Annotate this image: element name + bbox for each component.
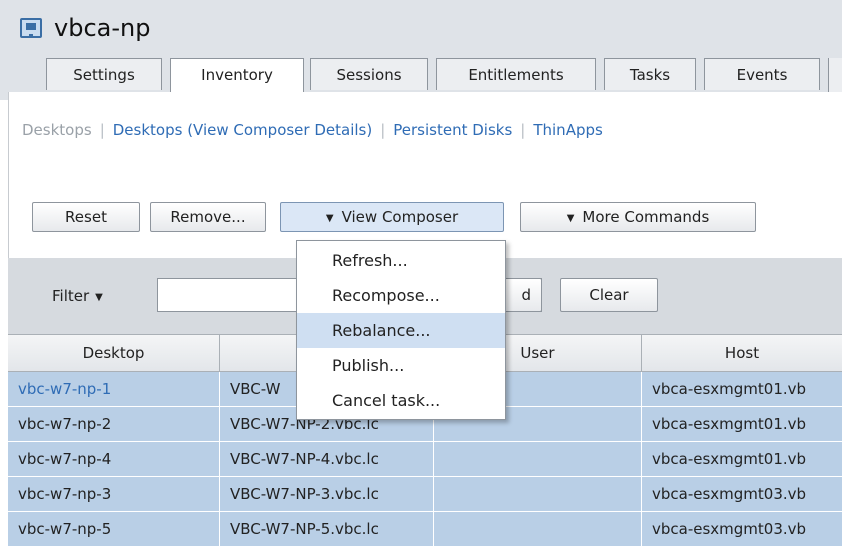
filter-dropdown[interactable]: Filter ▼ [52,287,103,305]
tab-overflow-edge [828,58,842,92]
desktop-cell[interactable]: vbc-w7-np-5 [8,512,220,546]
user-cell [434,512,642,546]
clear-button[interactable]: Clear [560,278,658,312]
menu-item-refresh[interactable]: Refresh... [297,243,505,278]
tab-settings[interactable]: Settings [46,58,162,90]
desktop-cell[interactable]: vbc-w7-np-2 [8,407,220,441]
table-row[interactable]: vbc-w7-np-5 VBC-W7-NP-5.vbc.lc vbca-esxm… [8,512,842,547]
host-cell: vbca-esxmgmt03.vb [652,520,807,538]
menu-item-cancel-task[interactable]: Cancel task... [297,383,505,418]
tab-entitlements[interactable]: Entitlements [436,58,596,90]
tab-tasks[interactable]: Tasks [604,58,696,90]
dns-cell: VBC-W7-NP-4.vbc.lc [220,442,434,476]
menu-item-publish[interactable]: Publish... [297,348,505,383]
reset-button[interactable]: Reset [32,202,140,232]
dns-cell: VBC-W7-NP-5.vbc.lc [220,512,434,546]
subnav-view-composer-details[interactable]: Desktops (View Composer Details) [113,121,372,139]
more-commands-label: More Commands [582,208,710,226]
subnav-persistent-disks[interactable]: Persistent Disks [393,121,512,139]
view-composer-button[interactable]: ▼ View Composer [280,202,504,232]
view-composer-label: View Composer [341,208,459,226]
table-row[interactable]: vbc-w7-np-4 VBC-W7-NP-4.vbc.lc vbca-esxm… [8,442,842,477]
menu-item-recompose[interactable]: Recompose... [297,278,505,313]
user-cell [434,442,642,476]
subnav-thinapps[interactable]: ThinApps [533,121,602,139]
desktop-cell[interactable]: vbc-w7-np-1 [8,372,220,406]
subnav-desktops[interactable]: Desktops [22,121,92,139]
pool-title: vbca-np [54,14,151,42]
chevron-down-icon: ▼ [566,213,575,224]
host-cell: vbca-esxmgmt01.vb [652,380,807,398]
column-header-desktop[interactable]: Desktop [8,335,220,372]
column-header-host[interactable]: Host [642,335,842,372]
view-composer-menu: Refresh... Recompose... Rebalance... Pub… [296,240,506,420]
inventory-panel [8,92,842,258]
desktop-cell[interactable]: vbc-w7-np-4 [8,442,220,476]
remove-button[interactable]: Remove... [150,202,266,232]
desktop-pool-icon [20,18,42,38]
dns-cell: VBC-W7-NP-3.vbc.lc [220,477,434,511]
host-cell: vbca-esxmgmt01.vb [652,450,807,468]
user-cell [434,477,642,511]
tab-events[interactable]: Events [704,58,820,90]
chevron-down-icon: ▼ [325,213,334,224]
inventory-subnav: Desktops | Desktops (View Composer Details… [22,121,603,139]
host-cell: vbca-esxmgmt03.vb [652,485,807,503]
desktop-cell[interactable]: vbc-w7-np-3 [8,477,220,511]
host-cell: vbca-esxmgmt01.vb [652,415,807,433]
table-row[interactable]: vbc-w7-np-3 VBC-W7-NP-3.vbc.lc vbca-esxm… [8,477,842,512]
chevron-down-icon: ▼ [95,292,103,303]
tab-sessions[interactable]: Sessions [310,58,428,90]
more-commands-button[interactable]: ▼ More Commands [520,202,756,232]
menu-item-rebalance[interactable]: Rebalance... [297,313,505,348]
